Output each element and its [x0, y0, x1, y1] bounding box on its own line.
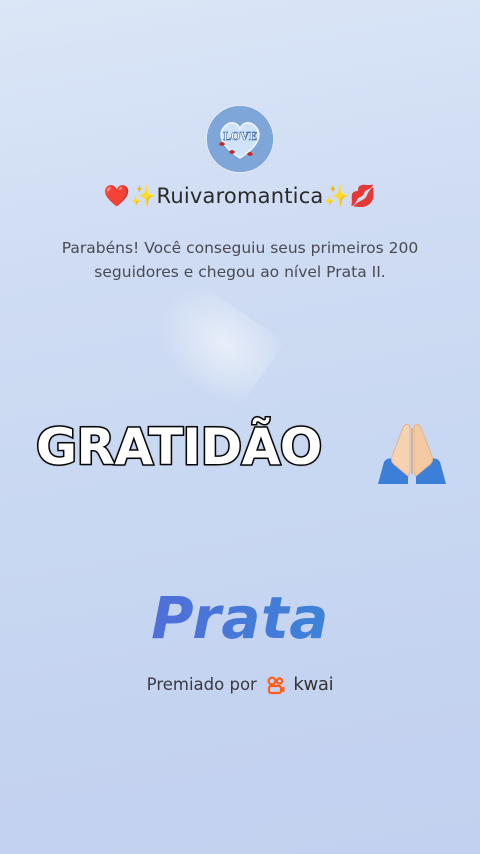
congratulation-message: Parabéns! Você conseguiu seus primeiros …	[61, 239, 419, 281]
svg-text:LOVE: LOVE	[223, 130, 257, 143]
username: ❤️✨Ruivaromantica✨💋	[103, 184, 377, 208]
praying-hands-emoji-icon	[374, 420, 450, 486]
kwai-logo-icon	[267, 675, 285, 694]
tier-name: Prata	[151, 584, 329, 652]
awarded-by-label: Premiado por	[146, 675, 257, 694]
kwai-brand-text: kwai	[293, 674, 334, 695]
love-heart-avatar-icon: LOVE	[207, 106, 273, 172]
gratitude-caption: GRATIDÃO	[35, 417, 324, 478]
avatar[interactable]: LOVE	[207, 106, 273, 172]
award-line: Premiado por kwai	[0, 674, 480, 695]
background-glow	[135, 273, 285, 417]
